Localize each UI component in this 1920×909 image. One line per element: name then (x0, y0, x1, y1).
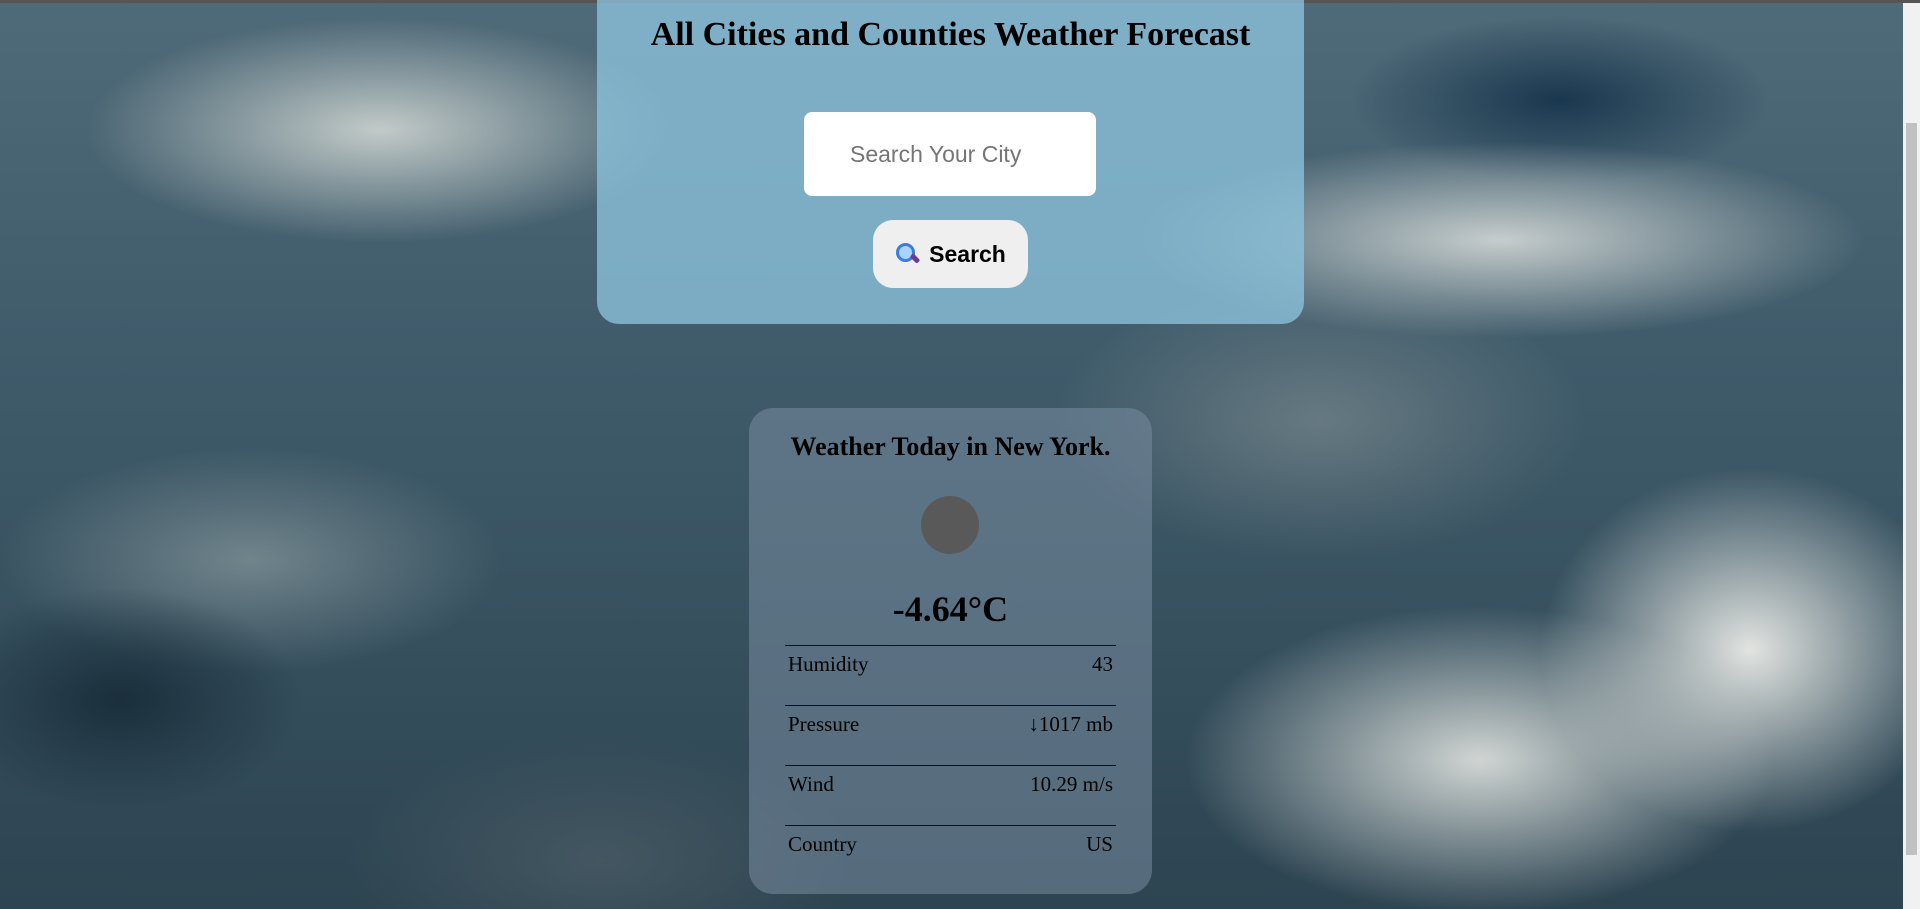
search-button-label: Search (929, 240, 1006, 267)
temperature-value: -4.64°C (892, 589, 1009, 629)
search-panel: All Cities and Counties Weather Forecast… (597, 0, 1304, 324)
stat-row-country: Country US (785, 825, 1116, 885)
weather-condition-icon (921, 496, 979, 554)
stat-row-humidity: Humidity 43 (785, 645, 1116, 705)
page-title: All Cities and Counties Weather Forecast (650, 16, 1251, 53)
stat-row-pressure: Pressure ↓1017 mb (785, 705, 1116, 765)
stat-label: Pressure (788, 712, 860, 736)
vertical-scrollbar[interactable] (1903, 3, 1920, 909)
scrollbar-thumb[interactable] (1906, 123, 1917, 855)
city-search-input[interactable] (804, 112, 1096, 196)
stat-label: Country (788, 832, 857, 856)
stat-row-wind: Wind 10.29 m/s (785, 765, 1116, 825)
search-button[interactable]: Search (873, 220, 1028, 288)
weather-card: Weather Today in New York. -4.64°C Humid… (749, 408, 1152, 894)
stat-value: ↓1017 mb (1028, 712, 1113, 736)
weather-card-title: Weather Today in New York. (790, 432, 1111, 461)
magnifier-icon (895, 242, 921, 266)
stat-label: Humidity (788, 652, 869, 676)
stat-value: 10.29 m/s (1030, 772, 1113, 796)
stat-value: 43 (1092, 652, 1113, 676)
stat-value: US (1086, 832, 1113, 856)
weather-stats-table: Humidity 43 Pressure ↓1017 mb Wind 10.29… (785, 645, 1116, 885)
stat-label: Wind (788, 772, 834, 796)
